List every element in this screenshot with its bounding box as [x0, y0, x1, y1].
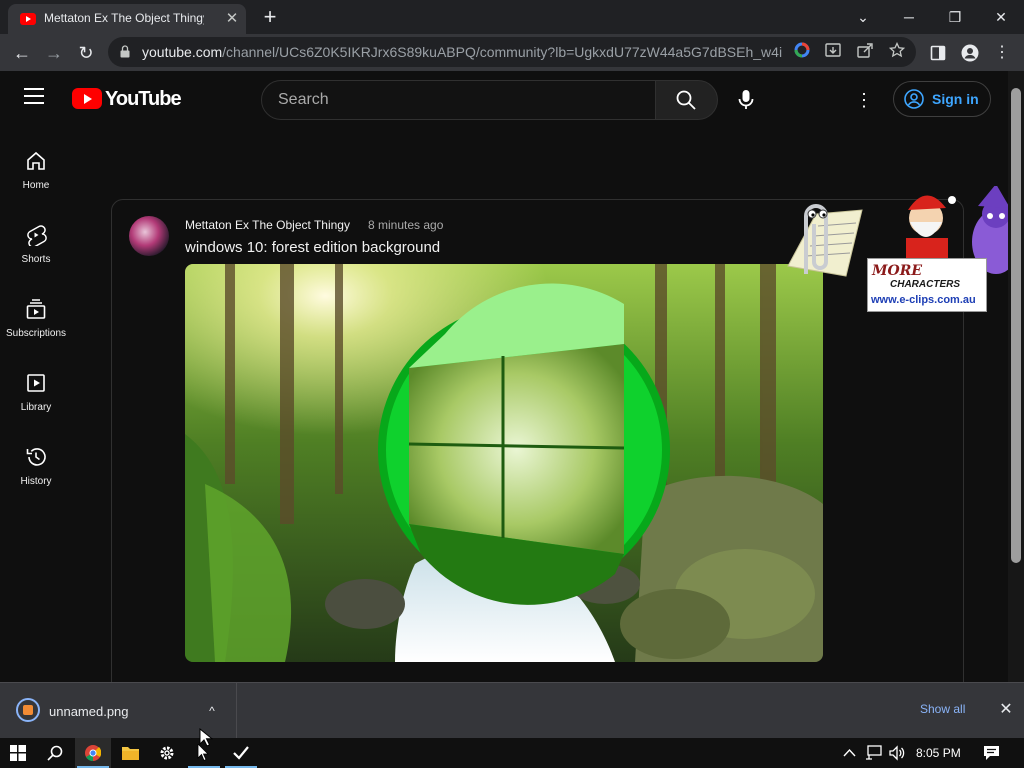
sidebar-item-label: Home — [22, 180, 50, 191]
close-download-bar-icon[interactable]: ✕ — [996, 700, 1016, 720]
post-author[interactable]: Mettaton Ex The Object Thingy — [185, 218, 350, 232]
subscriptions-icon — [26, 299, 46, 319]
windows-logo-icon — [10, 745, 26, 761]
hamburger-menu-icon[interactable] — [24, 88, 44, 104]
youtube-logo-text: YouTube — [105, 88, 182, 110]
install-app-icon[interactable] — [822, 42, 844, 62]
browser-toolbar: ← → ↻ youtube.com/channel/UCs6Z0K5IKRJrx… — [0, 34, 1024, 71]
image-file-icon — [16, 698, 40, 722]
search-input[interactable] — [278, 90, 638, 110]
taskbar-file-explorer[interactable] — [112, 738, 148, 768]
chrome-menu-icon[interactable]: ⋮ — [988, 39, 1016, 67]
reload-button[interactable]: ↻ — [72, 39, 100, 67]
lock-icon[interactable] — [120, 45, 130, 58]
search-icon — [676, 90, 696, 110]
folder-icon — [122, 747, 139, 760]
back-button[interactable]: ← — [8, 39, 36, 67]
account-icon — [904, 89, 924, 109]
side-panel-icon[interactable] — [924, 39, 952, 67]
mouse-pointer-icon — [199, 728, 213, 747]
sidebar-item-library[interactable]: Library — [0, 358, 72, 432]
post-text: windows 10: forest edition background — [185, 239, 441, 256]
browser-tab-strip: Mettaton Ex The Object Thingy - ✕ + ⌄ ─ … — [0, 0, 1024, 34]
sidebar-item-subscriptions[interactable]: Subscriptions — [0, 284, 72, 358]
youtube-favicon-icon — [20, 13, 36, 25]
sidebar-item-label: History — [20, 476, 52, 487]
post-image[interactable] — [185, 264, 823, 662]
avatar[interactable] — [129, 216, 169, 256]
youtube-play-icon — [72, 88, 102, 109]
sidebar-item-label: Shorts — [21, 254, 51, 265]
clippy-character[interactable] — [776, 196, 866, 284]
download-shelf: unnamed.png ^ Show all ✕ — [0, 682, 1024, 738]
sidebar-item-label: Subscriptions — [5, 328, 67, 339]
sign-in-label: Sign in — [932, 91, 979, 107]
sidebar-item-label: Library — [20, 402, 52, 413]
sidebar-item-history[interactable]: History — [0, 432, 72, 506]
new-tab-button[interactable]: + — [258, 6, 282, 30]
sidebar-item-shorts[interactable]: Shorts — [0, 210, 72, 284]
ad-banner: MORE CHARACTERS www.e-clips.com.au — [867, 258, 987, 312]
notifications-icon[interactable] — [983, 745, 1000, 761]
post-timestamp[interactable]: 8 minutes ago — [368, 218, 443, 232]
taskbar-app-tasks[interactable] — [223, 738, 259, 768]
network-icon[interactable] — [865, 745, 883, 761]
windows-taskbar: 8:05 PM — [0, 738, 1024, 768]
taskbar-clock[interactable]: 8:05 PM — [916, 746, 961, 760]
gear-icon — [160, 746, 174, 760]
home-icon — [27, 151, 45, 170]
google-lens-icon[interactable] — [791, 42, 813, 62]
volume-icon[interactable] — [889, 745, 905, 761]
settings-more-button[interactable]: ⋮ — [850, 88, 878, 112]
profile-icon[interactable] — [956, 39, 984, 67]
taskbar-search-button[interactable] — [37, 738, 73, 768]
ad-url: www.e-clips.com.au — [871, 294, 976, 306]
url-text[interactable]: youtube.com/channel/UCs6Z0K5IKRJrx6S89ku… — [142, 44, 782, 62]
chevron-up-icon[interactable] — [843, 747, 856, 759]
scrollbar-thumb[interactable] — [1011, 88, 1021, 563]
shorts-icon — [27, 225, 47, 246]
search-button[interactable] — [655, 80, 718, 120]
restore-button[interactable]: ❐ — [935, 4, 975, 30]
youtube-header: YouTube ⋮ Sign in — [0, 71, 1008, 127]
forward-button[interactable]: → — [40, 39, 68, 67]
voice-search-button[interactable] — [728, 80, 764, 120]
tab-close-icon[interactable]: ✕ — [222, 9, 242, 29]
browser-tab[interactable]: Mettaton Ex The Object Thingy - ✕ — [8, 4, 246, 34]
youtube-logo[interactable]: YouTube — [72, 88, 182, 110]
search-box — [261, 80, 656, 120]
url-path: /channel/UCs6Z0K5IKRJrx6S89kuABPQ/commun… — [222, 44, 782, 60]
chevron-up-icon[interactable]: ^ — [202, 701, 222, 721]
search-icon — [47, 745, 63, 761]
sign-in-button[interactable]: Sign in — [893, 81, 991, 117]
taskbar-settings[interactable] — [149, 738, 185, 768]
ad-line-more: MORE — [872, 263, 922, 279]
download-filename: unnamed.png — [49, 704, 129, 719]
ad-line-characters: CHARACTERS — [890, 279, 960, 290]
tab-title: Mettaton Ex The Object Thingy - — [44, 11, 204, 25]
close-window-button[interactable]: ✕ — [981, 4, 1021, 30]
microphone-icon — [738, 90, 754, 109]
more-characters-ad[interactable]: MORE CHARACTERS www.e-clips.com.au — [866, 186, 1024, 328]
taskbar-chrome[interactable] — [75, 738, 111, 768]
minimize-button[interactable]: ─ — [889, 4, 929, 30]
share-icon[interactable] — [854, 42, 876, 62]
tab-search-button[interactable]: ⌄ — [843, 4, 883, 30]
address-bar[interactable]: youtube.com/channel/UCs6Z0K5IKRJrx6S89ku… — [108, 37, 916, 67]
start-button[interactable] — [0, 738, 36, 768]
chrome-icon — [85, 745, 101, 761]
bookmark-star-icon[interactable] — [886, 41, 908, 62]
checkmark-icon — [233, 746, 249, 760]
url-host: youtube.com — [142, 44, 223, 60]
show-all-downloads-link[interactable]: Show all — [920, 702, 965, 716]
library-icon — [27, 374, 45, 392]
history-icon — [26, 448, 46, 466]
sidebar-item-home[interactable]: Home — [0, 136, 72, 210]
